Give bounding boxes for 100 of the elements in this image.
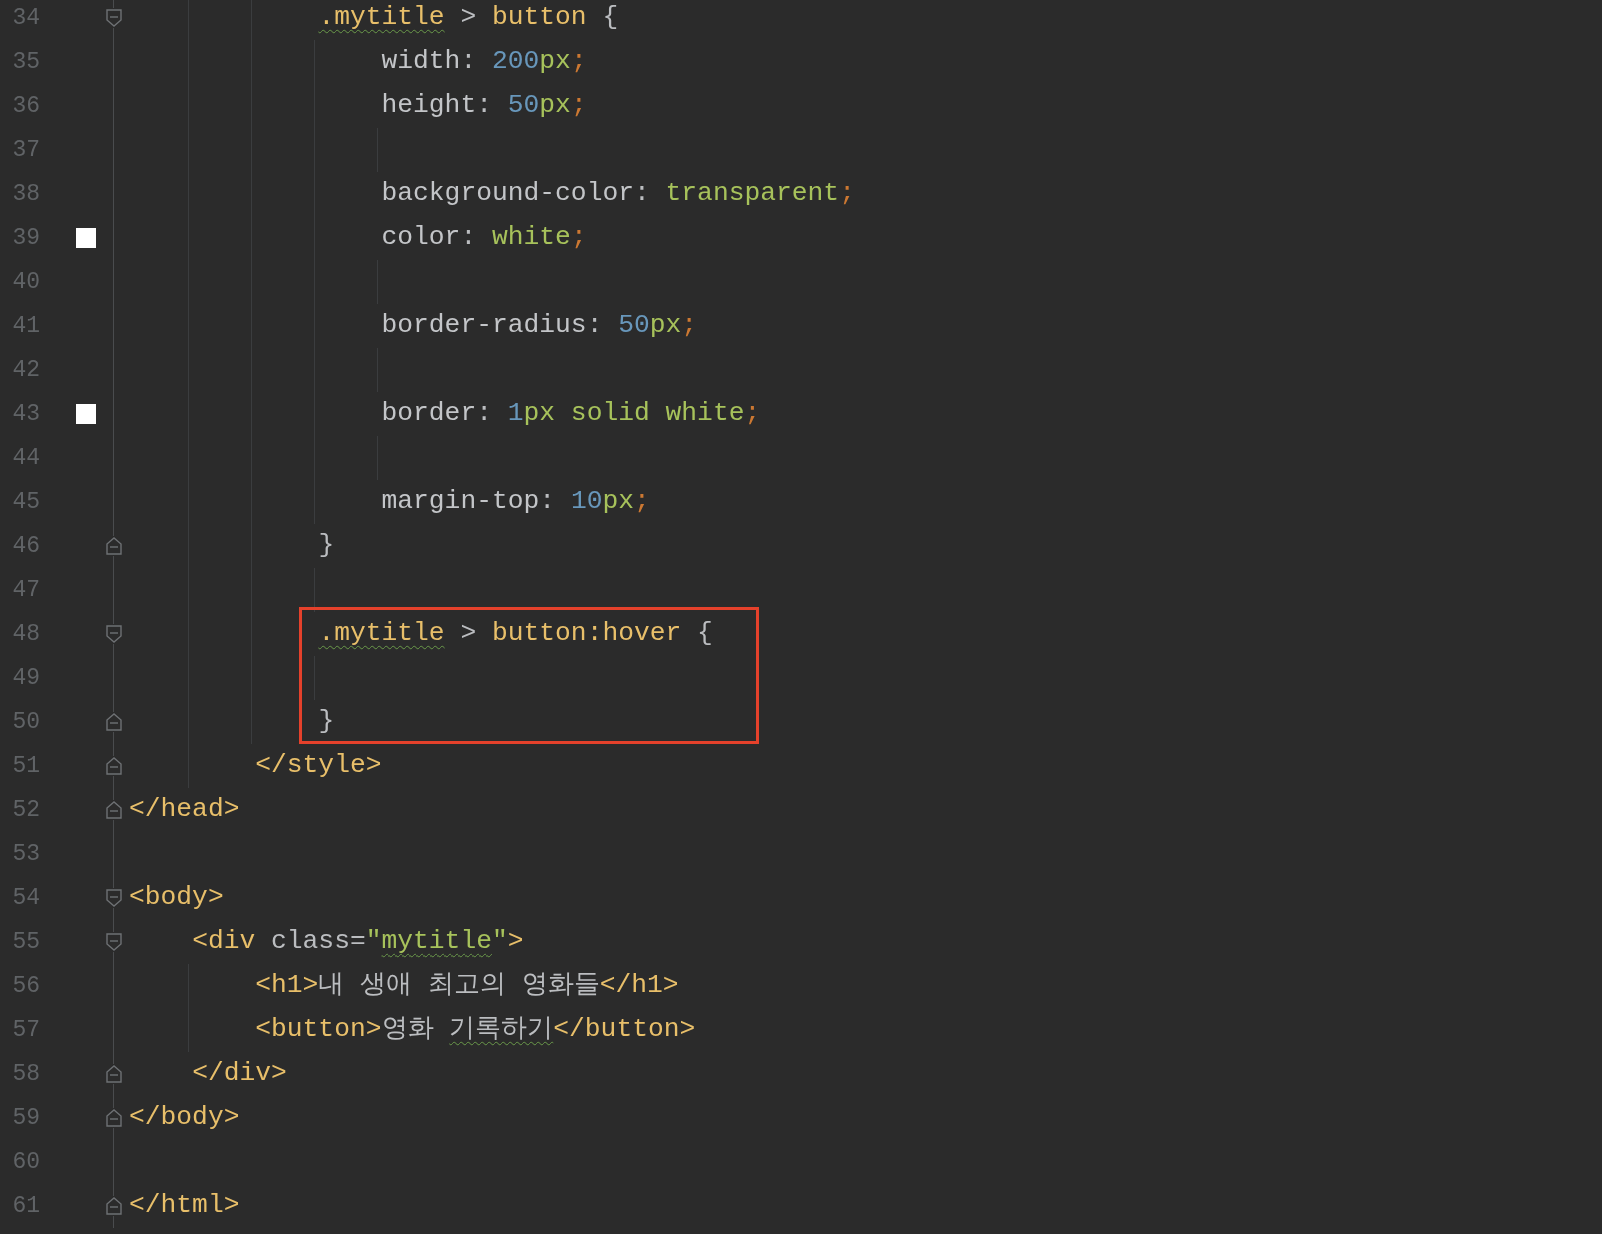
fold-icon[interactable] xyxy=(104,1196,123,1216)
semicolon: ; xyxy=(744,397,761,431)
html-tag: <body> xyxy=(129,878,224,918)
attribute-value: " xyxy=(365,925,382,959)
css-number: 50 xyxy=(618,309,650,343)
fold-icon[interactable] xyxy=(104,624,123,644)
html-tag: </div> xyxy=(192,1054,287,1094)
css-value: px xyxy=(539,45,571,79)
html-tag: > xyxy=(507,922,524,962)
css-property: border-radius xyxy=(381,309,587,343)
attribute-value: mytitle xyxy=(381,925,492,959)
html-tag: <button> xyxy=(255,1010,382,1050)
fold-icon[interactable] xyxy=(104,800,123,820)
code-text: : xyxy=(586,309,604,343)
fold-icon[interactable] xyxy=(104,932,123,952)
line-number: 43 xyxy=(11,399,40,429)
semicolon: ; xyxy=(570,221,587,255)
line-number: 45 xyxy=(11,487,40,517)
css-value: px xyxy=(649,309,682,343)
line-number: 51 xyxy=(11,751,40,781)
css-selector: .mytitle xyxy=(318,1,445,35)
line-number: 35 xyxy=(11,47,40,77)
line-number: 48 xyxy=(11,619,40,649)
code-text: 기록하기 xyxy=(449,1013,554,1047)
semicolon: ; xyxy=(839,177,855,211)
line-number: 58 xyxy=(11,1059,40,1089)
css-property: width xyxy=(381,45,461,79)
line-number: 42 xyxy=(11,355,40,385)
semicolon: ; xyxy=(634,485,650,519)
code-text: 내 생애 최고의 영화들 xyxy=(318,969,600,1003)
code-text: class= xyxy=(270,925,366,959)
code-text: : xyxy=(476,397,493,431)
line-number: 36 xyxy=(11,91,40,121)
line-number: 55 xyxy=(11,927,40,957)
line-number: 53 xyxy=(11,839,40,869)
css-property: height xyxy=(381,89,477,123)
line-number: 34 xyxy=(11,3,40,33)
fold-icon[interactable] xyxy=(104,1064,123,1084)
html-tag: </html> xyxy=(129,1186,240,1226)
html-tag: </h1> xyxy=(599,966,679,1006)
line-number: 40 xyxy=(11,267,40,297)
fold-icon[interactable] xyxy=(104,888,123,908)
semicolon: ; xyxy=(570,89,587,123)
line-number: 56 xyxy=(11,971,40,1001)
attribute-value: " xyxy=(491,925,508,959)
line-number: 39 xyxy=(11,223,40,253)
html-tag: </head> xyxy=(129,790,240,830)
line-number: 37 xyxy=(11,135,40,165)
line-number: 46 xyxy=(11,531,40,561)
fold-icon[interactable] xyxy=(104,1108,123,1128)
color-swatch[interactable] xyxy=(76,404,96,424)
css-property: background-color xyxy=(381,177,634,211)
line-number: 52 xyxy=(11,795,40,825)
fold-icon[interactable] xyxy=(104,536,123,556)
code-text: : xyxy=(539,485,557,519)
code-text: { xyxy=(601,1,619,35)
semicolon: ; xyxy=(681,309,698,343)
code-text: : xyxy=(460,221,478,255)
code-text: { xyxy=(696,617,713,651)
css-property: border xyxy=(381,397,477,431)
code-text: } xyxy=(318,529,335,563)
code-text: 영화 xyxy=(381,1013,435,1047)
color-swatch[interactable] xyxy=(76,228,96,248)
css-value: white xyxy=(491,221,571,255)
line-number: 41 xyxy=(11,311,40,341)
html-tag: </body> xyxy=(129,1098,240,1138)
fold-icon[interactable] xyxy=(104,756,123,776)
semicolon: ; xyxy=(570,45,587,79)
html-tag: button:hover xyxy=(491,614,682,654)
html-tag: <h1> xyxy=(255,966,319,1006)
line-number: 50 xyxy=(11,707,40,737)
line-number: 49 xyxy=(11,663,40,693)
fold-icon[interactable] xyxy=(104,8,123,28)
css-number: 50 xyxy=(507,89,540,123)
html-tag: button xyxy=(491,0,587,38)
code-text: : xyxy=(460,45,478,79)
line-number: 61 xyxy=(11,1191,40,1221)
line-number: 60 xyxy=(11,1147,40,1177)
css-number: 10 xyxy=(570,485,603,519)
css-value: transparent xyxy=(665,177,840,211)
line-number: 57 xyxy=(11,1015,40,1045)
css-property: margin-top xyxy=(381,485,540,519)
html-tag: <div xyxy=(192,922,256,962)
html-tag: </style> xyxy=(255,746,382,786)
code-text: > xyxy=(459,617,478,651)
css-number: 200 xyxy=(491,45,540,79)
css-value: px xyxy=(602,485,634,519)
code-text: : xyxy=(634,177,651,211)
line-number: 38 xyxy=(11,179,40,209)
fold-icon[interactable] xyxy=(104,712,123,732)
css-number: 1 xyxy=(507,397,524,431)
css-property: color xyxy=(381,221,461,255)
line-number: 59 xyxy=(11,1103,40,1133)
css-value: px xyxy=(539,89,571,123)
html-tag: </button> xyxy=(553,1010,696,1050)
code-text: > xyxy=(459,1,478,35)
code-text: } xyxy=(318,705,335,739)
line-number: 54 xyxy=(11,883,40,913)
line-number: 47 xyxy=(11,575,40,605)
css-value: px solid white xyxy=(523,397,745,431)
